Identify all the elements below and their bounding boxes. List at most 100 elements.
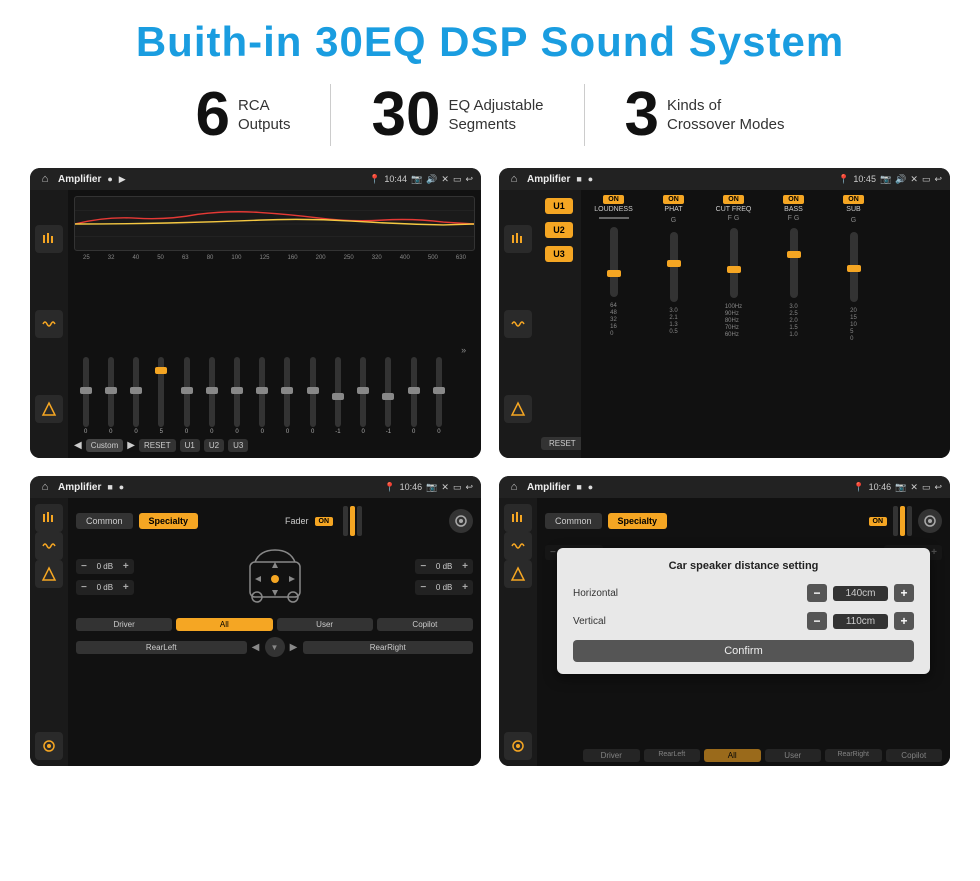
fader-back-icon[interactable]: ↩	[465, 482, 473, 493]
eq-u1-btn[interactable]: U1	[180, 439, 200, 452]
cutfreq-slider[interactable]	[730, 228, 738, 298]
dist-copilot-btn[interactable]: Copilot	[886, 749, 943, 762]
fader-right-arrow[interactable]: ▶	[289, 642, 299, 653]
dist-tab-common[interactable]: Common	[545, 513, 602, 529]
fader-minus2[interactable]: −	[81, 582, 87, 593]
u3-button[interactable]: U3	[545, 246, 573, 262]
fader-sidebar-icon3[interactable]	[35, 560, 63, 588]
fader-tab-common[interactable]: Common	[76, 513, 133, 529]
fader-label: Fader	[285, 516, 309, 526]
eq-prev-btn[interactable]: ◀	[74, 440, 82, 451]
confirm-button[interactable]: Confirm	[573, 640, 914, 662]
fader-plus3[interactable]: +	[462, 561, 468, 572]
bass-slider[interactable]	[790, 228, 798, 298]
eq-scroll-right[interactable]: »	[461, 345, 466, 355]
loudness-slider[interactable]	[610, 227, 618, 297]
dist-sidebar-icon4[interactable]	[504, 732, 532, 760]
dist-rearleft-btn[interactable]: RearLeft	[644, 749, 701, 762]
eq-x-icon: ✕	[441, 174, 449, 185]
dist-user-btn[interactable]: User	[765, 749, 822, 762]
fader-on-badge[interactable]: ON	[315, 517, 334, 526]
cutfreq-on-badge[interactable]: ON	[723, 195, 744, 204]
eq-bottom-bar: ◀ Custom ▶ RESET U1 U2 U3	[74, 439, 475, 452]
fader-minus4[interactable]: −	[420, 582, 426, 593]
copilot-btn[interactable]: Copilot	[377, 618, 473, 631]
vertical-row: Vertical − 110cm +	[573, 612, 914, 630]
loudness-on-badge[interactable]: ON	[603, 195, 624, 204]
eq-u2-btn[interactable]: U2	[204, 439, 224, 452]
user-btn[interactable]: User	[277, 618, 373, 631]
fader-db-row2: − 0 dB +	[76, 580, 134, 595]
dist-driver-btn[interactable]: Driver	[583, 749, 640, 762]
fader-tab-specialty[interactable]: Specialty	[139, 513, 199, 529]
horizontal-plus-btn[interactable]: +	[894, 584, 914, 602]
cr-main-area: ON LOUDNESS 64 48 32 16 0	[581, 190, 950, 458]
dist-sidebar-icon1[interactable]	[504, 504, 532, 532]
fader-screen-title: Amplifier	[58, 482, 101, 493]
cr-sidebar-icon3[interactable]	[504, 395, 532, 423]
rearleft-btn[interactable]: RearLeft	[76, 641, 247, 654]
eq-reset-btn[interactable]: RESET	[139, 439, 176, 452]
cr-reset-btn[interactable]: RESET	[541, 437, 584, 450]
horizontal-minus-btn[interactable]: −	[807, 584, 827, 602]
rearright-btn[interactable]: RearRight	[303, 641, 474, 654]
fader-home-icon[interactable]: ⌂	[38, 480, 52, 494]
fader-db3-value: 0 dB	[430, 562, 458, 571]
vertical-minus-btn[interactable]: −	[807, 612, 827, 630]
stat-crossover: 3 Kinds ofCrossover Modes	[585, 84, 825, 146]
driver-btn[interactable]: Driver	[76, 618, 172, 631]
dist-back-icon[interactable]: ↩	[934, 482, 942, 493]
u2-button[interactable]: U2	[545, 222, 573, 238]
cr-sidebar-icon2[interactable]	[504, 310, 532, 338]
eq-u3-btn[interactable]: U3	[228, 439, 248, 452]
fader-left-arrow[interactable]: ◀	[251, 642, 261, 653]
fader-settings-icon[interactable]	[449, 509, 473, 533]
fader-sidebar-icon4[interactable]	[35, 732, 63, 760]
dist-sidebar-icon2[interactable]	[504, 532, 532, 560]
dist-on-badge[interactable]: ON	[869, 517, 888, 526]
dist-dot1: ■	[576, 482, 581, 492]
cr-back-icon[interactable]: ↩	[934, 174, 942, 185]
eq-custom-btn[interactable]: Custom	[86, 439, 124, 452]
all-btn[interactable]: All	[176, 618, 272, 631]
vertical-plus-btn[interactable]: +	[894, 612, 914, 630]
cr-screen-title: Amplifier	[527, 174, 570, 185]
eq-back-icon[interactable]: ↩	[465, 174, 473, 185]
phat-on-badge[interactable]: ON	[663, 195, 684, 204]
eq-sidebar-icon2[interactable]	[35, 310, 63, 338]
stat-eq: 30 EQ AdjustableSegments	[331, 84, 584, 146]
dist-left-icons	[499, 498, 537, 766]
cr-sidebar-icon1[interactable]	[504, 225, 532, 253]
bass-on-badge[interactable]: ON	[783, 195, 804, 204]
u-buttons-panel: U1 U2 U3 RESET	[537, 190, 581, 458]
fader-plus2[interactable]: +	[123, 582, 129, 593]
dist-home-icon[interactable]: ⌂	[507, 480, 521, 494]
fader-dot1: ■	[107, 482, 112, 492]
fader-minus3[interactable]: −	[420, 561, 426, 572]
dist-rearright-btn[interactable]: RearRight	[825, 749, 882, 762]
fader-sidebar-icon1[interactable]	[35, 504, 63, 532]
cr-home-icon[interactable]: ⌂	[507, 172, 521, 186]
dist-tab-specialty[interactable]: Specialty	[608, 513, 668, 529]
sub-slider[interactable]	[850, 232, 858, 302]
fader-sidebar-icon2[interactable]	[35, 532, 63, 560]
home-icon[interactable]: ⌂	[38, 172, 52, 186]
fader-minus1[interactable]: −	[81, 561, 87, 572]
sub-on-badge[interactable]: ON	[843, 195, 864, 204]
eq-slider-9: 0	[284, 357, 290, 435]
cr-location-icon: 📍	[838, 174, 849, 185]
eq-sidebar-icon3[interactable]	[35, 395, 63, 423]
dist-all-btn[interactable]: All	[704, 749, 761, 762]
fader-plus4[interactable]: +	[462, 582, 468, 593]
phat-slider[interactable]	[670, 232, 678, 302]
eq-next-btn[interactable]: ▶	[127, 440, 135, 451]
dist-settings-icon[interactable]	[918, 509, 942, 533]
dist-sidebar-icon3[interactable]	[504, 560, 532, 588]
u1-button[interactable]: U1	[545, 198, 573, 214]
fader-plus1[interactable]: +	[123, 561, 129, 572]
cr-top-icons: 📍 10:45 📷 🔊 ✕ ▭ ↩	[838, 174, 942, 185]
cr-time: 10:45	[853, 174, 876, 184]
fader-x-icon: ▭	[453, 482, 462, 493]
fader-down-arrow[interactable]: ▼	[265, 637, 285, 657]
eq-sidebar-icon1[interactable]	[35, 225, 63, 253]
